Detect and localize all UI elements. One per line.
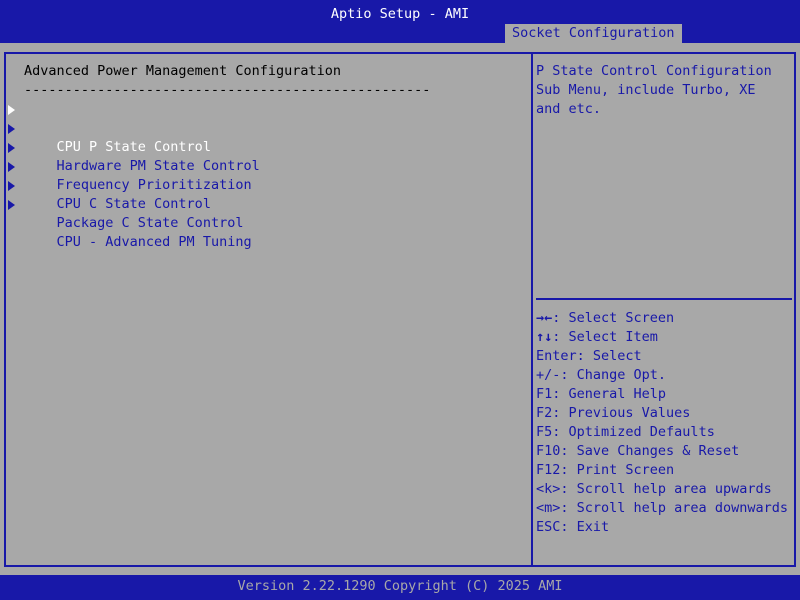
key-desc: : Exit — [560, 519, 610, 535]
key-desc: : Select Item — [552, 329, 658, 345]
tab-socket-configuration[interactable]: Socket Configuration — [505, 24, 682, 43]
help-text-line: and etc. — [536, 101, 602, 117]
submenu-arrow-icon — [8, 143, 15, 153]
submenu-arrow-icon — [8, 200, 15, 210]
help-pane: P State Control Configuration Sub Menu, … — [536, 62, 792, 119]
section-separator: ----------------------------------------… — [24, 82, 431, 98]
menu-item-package-c-state-control[interactable]: Package C State Control — [8, 176, 528, 231]
menu-item-cpu-c-state-control[interactable]: CPU C State Control — [8, 157, 528, 212]
key-desc: : Optimized Defaults — [552, 424, 715, 440]
key-scroll-up: <k>: Scroll help area upwards — [536, 480, 792, 499]
key-desc: : General Help — [552, 386, 667, 402]
key-esc: ESC: Exit — [536, 518, 792, 537]
menu-item-frequency-prioritization[interactable]: Frequency Prioritization — [8, 138, 528, 193]
menu-item-cpu-p-state-control[interactable]: CPU P State Control — [8, 100, 528, 155]
pane-divider — [531, 52, 533, 565]
key-desc: : Change Opt. — [560, 367, 667, 383]
key-select-item: ↑↓: Select Item — [536, 328, 792, 347]
key-f12: F12: Print Screen — [536, 461, 792, 480]
key-select-screen: →←: Select Screen — [536, 309, 792, 328]
submenu-arrow-icon — [8, 124, 15, 134]
key-desc: : Select — [576, 348, 642, 364]
footer-bar: Version 2.22.1290 Copyright (C) 2025 AMI — [0, 575, 800, 600]
key-desc: : Previous Values — [552, 405, 691, 421]
submenu-arrow-icon — [8, 181, 15, 191]
key-name: <k> — [536, 481, 561, 497]
key-desc: : Print Screen — [560, 462, 675, 478]
help-text-line: Sub Menu, include Turbo, XE — [536, 82, 756, 98]
key-enter: Enter: Select — [536, 347, 792, 366]
key-name: F10 — [536, 443, 561, 459]
key-name: +/- — [536, 367, 561, 383]
key-name: F12 — [536, 462, 561, 478]
key-name: ↑↓ — [536, 329, 553, 345]
menu-item-cpu-advanced-pm-tuning[interactable]: CPU - Advanced PM Tuning — [8, 195, 528, 250]
key-desc: : Scroll help area downwards — [560, 500, 788, 516]
key-f1: F1: General Help — [536, 385, 792, 404]
key-scroll-down: <m>: Scroll help area downwards — [536, 499, 792, 518]
submenu-arrow-icon — [8, 105, 15, 115]
title-bar: Aptio Setup - AMI Socket Configuration — [0, 0, 800, 43]
version-text: Version 2.22.1290 Copyright (C) 2025 AMI — [237, 578, 563, 594]
menu-pane: Advanced Power Management Configuration … — [8, 62, 528, 250]
key-name: Enter — [536, 348, 577, 364]
submenu-arrow-icon — [8, 162, 15, 172]
key-name: F1 — [536, 386, 553, 402]
key-f2: F2: Previous Values — [536, 404, 792, 423]
help-text-line: P State Control Configuration — [536, 63, 772, 79]
help-divider — [536, 298, 792, 300]
menu-item-label: CPU - Advanced PM Tuning — [56, 234, 252, 250]
key-desc: : Save Changes & Reset — [560, 443, 740, 459]
key-f5: F5: Optimized Defaults — [536, 423, 792, 442]
key-name: F2 — [536, 405, 553, 421]
key-name: ESC — [536, 519, 561, 535]
key-f10: F10: Save Changes & Reset — [536, 442, 792, 461]
key-name: <m> — [536, 500, 561, 516]
key-name: F5 — [536, 424, 553, 440]
key-change-opt: +/-: Change Opt. — [536, 366, 792, 385]
key-desc: : Select Screen — [552, 310, 675, 326]
key-desc: : Scroll help area upwards — [560, 481, 772, 497]
menu-item-hardware-pm-state-control[interactable]: Hardware PM State Control — [8, 119, 528, 174]
key-name: →← — [536, 310, 553, 326]
section-title: Advanced Power Management Configuration — [24, 63, 341, 79]
key-legend: →←: Select Screen ↑↓: Select Item Enter:… — [536, 309, 792, 537]
app-title: Aptio Setup - AMI — [330, 6, 470, 22]
menu-item-label: Package C State Control — [56, 215, 244, 231]
